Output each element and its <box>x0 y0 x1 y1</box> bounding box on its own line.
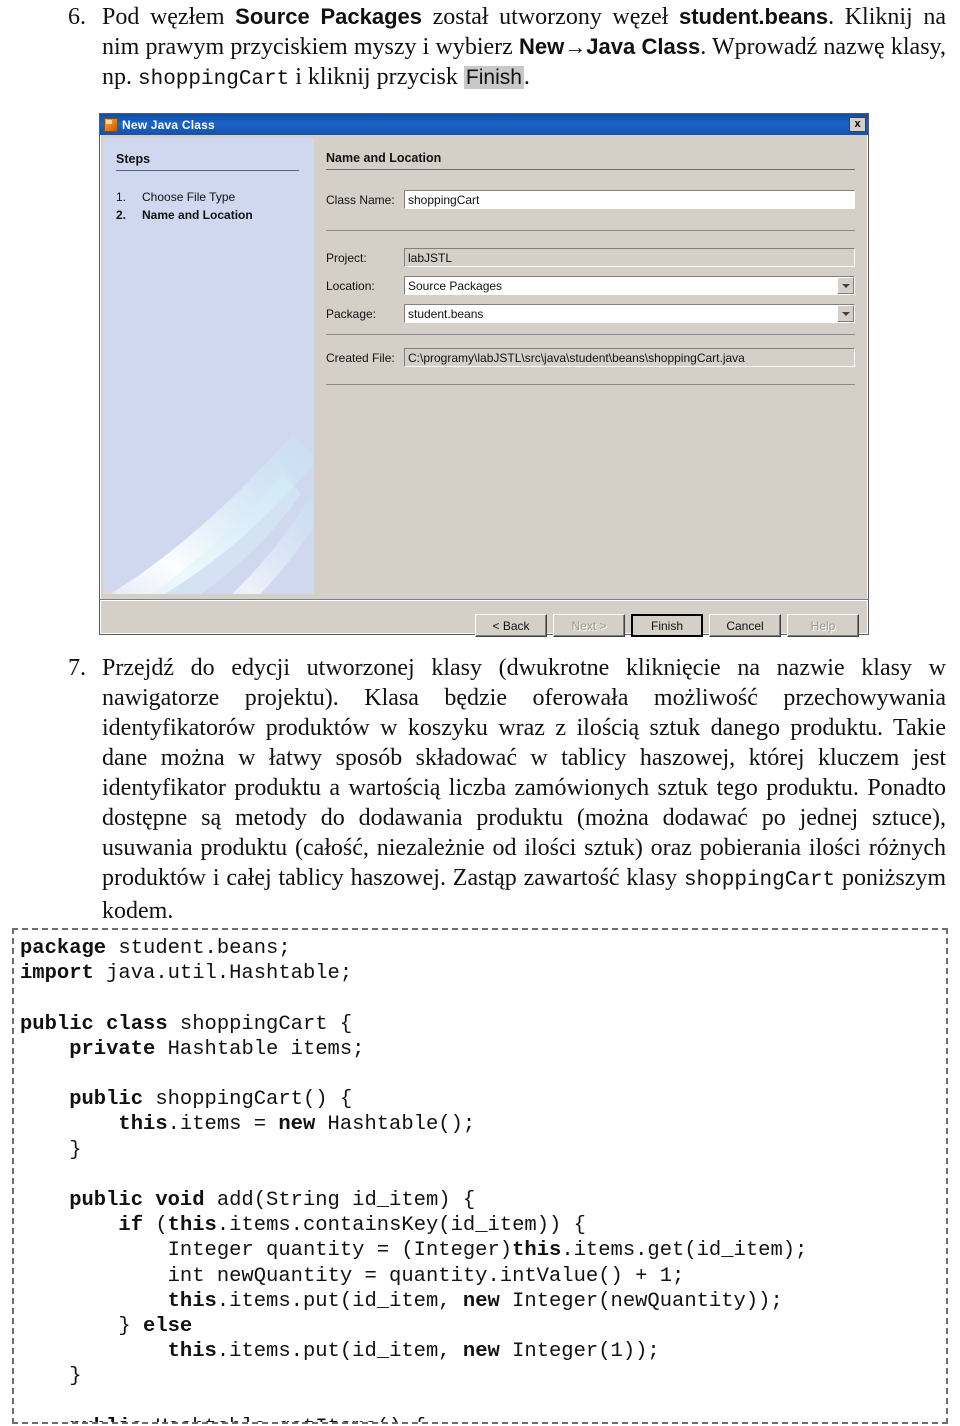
code-keyword: new <box>462 1289 500 1313</box>
steps-heading-rule <box>116 170 299 171</box>
field-separator-2 <box>326 334 855 335</box>
dialog-title: New Java Class <box>122 117 215 132</box>
step-6-text: Pod węzłem Source Packages został utworz… <box>102 4 946 91</box>
inline-sans-b: New→Java Class <box>519 34 701 59</box>
close-icon[interactable]: x <box>849 117 866 132</box>
field-separator-1 <box>326 230 855 231</box>
steps-item-label: Name and Location <box>142 208 253 222</box>
code-keyword: public <box>20 1416 143 1422</box>
created-file-label: Created File: <box>326 350 395 365</box>
inline-mono: shoppingCart <box>683 869 836 892</box>
chevron-down-icon[interactable] <box>837 277 854 294</box>
steps-panel: Steps 1. Choose File Type 2. Name and Loca… <box>103 138 314 594</box>
content-heading-rule <box>326 169 855 170</box>
help-button: Help <box>787 614 859 637</box>
code-keyword: else <box>143 1315 193 1339</box>
inline-sans-b: student.beans <box>678 4 829 29</box>
aurora-decoration-graphic <box>103 434 314 594</box>
code-keyword: package <box>20 937 107 960</box>
class-name-input[interactable]: shoppingCart <box>404 190 855 209</box>
package-row: Package: student.beans <box>326 304 855 323</box>
code-keyword: this <box>20 1340 217 1364</box>
code-keyword: public void <box>20 1189 205 1213</box>
instruction-step-7: 7. Przejdź do edycji utworzonej klasy (d… <box>34 653 946 926</box>
button-bar-separator <box>100 599 868 601</box>
code-keyword: public class <box>20 1012 168 1036</box>
steps-item-index: 2. <box>116 208 127 222</box>
code-keyword: if <box>20 1214 144 1238</box>
location-label: Location: <box>326 278 375 293</box>
location-value: Source Packages <box>408 278 503 293</box>
java-code-listing: package student.beans; import java.util.… <box>20 936 946 1422</box>
code-keyword: new <box>462 1340 500 1364</box>
project-value: labJSTL <box>404 248 855 267</box>
code-keyword: this <box>512 1239 562 1263</box>
steps-item-label: Choose File Type <box>142 190 236 204</box>
code-keyword: public <box>20 1088 144 1112</box>
inline-mono: shoppingCart <box>138 68 290 91</box>
content-panel: Name and Location Class Name: shoppingCa… <box>316 138 865 594</box>
package-value: student.beans <box>408 306 484 321</box>
cancel-button[interactable]: Cancel <box>709 614 781 637</box>
next-button: Next > <box>553 614 625 637</box>
steps-item-choose-file-type[interactable]: 1. Choose File Type <box>116 190 235 204</box>
code-keyword: this <box>167 1214 217 1238</box>
code-keyword: this <box>20 1289 217 1313</box>
dialog-body: Steps 1. Choose File Type 2. Name and Loca… <box>100 135 868 637</box>
step-7-number: 7. <box>68 655 86 681</box>
code-keyword: import <box>20 962 94 986</box>
project-label: Project: <box>326 250 367 265</box>
step-6-number: 6. <box>68 4 86 30</box>
java-package-icon <box>104 117 118 132</box>
dialog-button-bar: < Back Next > Finish Cancel Help <box>475 614 859 637</box>
inline-sans-b: Source Packages <box>235 4 422 29</box>
code-keyword: this <box>20 1113 168 1137</box>
inline-hl: Finish <box>463 66 524 89</box>
finish-button[interactable]: Finish <box>631 614 703 637</box>
field-separator-3 <box>326 384 855 385</box>
class-name-label: Class Name: <box>326 192 395 207</box>
chevron-down-icon[interactable] <box>837 305 854 322</box>
back-button[interactable]: < Back <box>475 614 547 637</box>
steps-item-index: 1. <box>116 190 127 204</box>
instruction-step-6: 6. Pod węzłem Source Packages został utw… <box>34 2 946 95</box>
package-label: Package: <box>326 306 377 321</box>
code-keyword: new <box>278 1113 316 1137</box>
steps-heading: Steps <box>116 152 151 166</box>
code-keyword: private <box>20 1037 156 1061</box>
dialog-titlebar: New Java Class x <box>100 114 868 135</box>
created-file-row: Created File: C:\programy\labJSTL\src\ja… <box>326 348 855 367</box>
created-file-value: C:\programy\labJSTL\src\java\student\bea… <box>404 348 855 367</box>
location-row: Location: Source Packages <box>326 276 855 295</box>
package-combobox[interactable]: student.beans <box>404 304 855 323</box>
new-java-class-dialog: New Java Class x Steps 1. Choose File Ty… <box>99 113 869 637</box>
step-7-text: Przejdź do edycji utworzonej klasy (dwuk… <box>102 655 947 924</box>
class-name-row: Class Name: shoppingCart <box>326 190 855 209</box>
location-combobox[interactable]: Source Packages <box>404 276 855 295</box>
steps-item-name-and-location[interactable]: 2. Name and Location <box>116 208 253 222</box>
java-code-block: package student.beans; import java.util.… <box>12 928 948 1424</box>
project-row: Project: labJSTL <box>326 248 855 267</box>
content-heading: Name and Location <box>326 151 442 165</box>
